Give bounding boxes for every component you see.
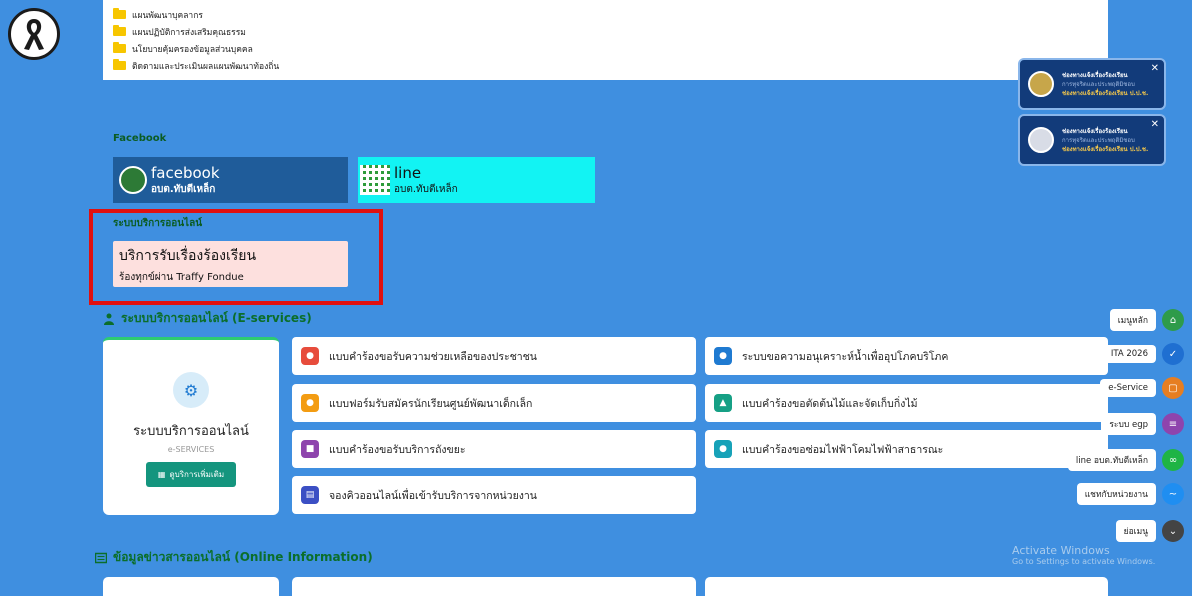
info-card [103,577,279,596]
service-item[interactable]: ▲ แบบคำร้องขอตัดต้นไม้และจัดเก็บกิ่งไม้ [705,384,1108,422]
gears-icon: ⚙ [173,372,209,408]
more-services-button[interactable]: ▦ ดูบริการเพิ่มเติม [145,462,237,487]
list-icon[interactable]: ≡ [1162,413,1184,435]
document-item[interactable]: แผนปฏิบัติการส่งเสริมคุณธรรม [113,23,1098,40]
ribbon-icon [8,8,60,60]
folder-icon [113,59,126,70]
check-icon[interactable]: ✓ [1162,343,1184,365]
traffy-subtitle: ร้องทุกข์ผ่าน Traffy Fondue [119,272,244,283]
info-heading: ข้อมูลข่าวสารออนไลน์ (Online Information… [94,548,373,567]
info-item[interactable] [292,577,696,596]
side-menu-eservice[interactable]: e-Service ▢ [1100,377,1184,399]
document-item[interactable]: นโยบายคุ้มครองข้อมูลส่วนบุคคล [113,40,1098,57]
water-drop-icon: ● [714,347,732,365]
close-icon[interactable]: ✕ [1151,63,1159,74]
document-list: แผนพัฒนาบุคลากร แผนปฏิบัติการส่งเสริมคุณ… [103,0,1108,80]
qr-code-icon [360,165,390,195]
close-icon[interactable]: ✕ [1151,119,1159,130]
info-item[interactable] [705,577,1108,596]
service-item[interactable]: ● ระบบขอความอนุเคราะห์น้ำเพื่ออุปโภคบริโ… [705,337,1108,375]
service-item[interactable]: ● แบบคำร้องขอรับความช่วยเหลือของประชาชน [292,337,696,375]
line-subtitle: อบต.ทับตีเหล็ก [394,183,458,195]
eservices-card-title: ระบบบริการออนไลน์ [133,424,249,439]
chat-icon[interactable]: ▢ [1162,377,1184,399]
service-item[interactable]: ● แบบฟอร์มรับสมัครนักเรียนศูนย์พัฒนาเด็ก… [292,384,696,422]
users-icon [103,313,115,325]
chevron-down-icon[interactable]: ⌄ [1162,520,1184,542]
activation-watermark: Activate Windows Go to Settings to activ… [1012,544,1156,566]
lightbulb-icon: ● [714,440,732,458]
side-menu-ita[interactable]: ITA 2026 ✓ [1102,343,1184,365]
link-icon[interactable]: ∞ [1162,449,1184,471]
traffy-fondue-link[interactable]: บริการรับเรื่องร้องเรียน ร้องทุกข์ผ่าน T… [113,241,348,287]
nacc-seal-icon [1028,127,1054,153]
service-item[interactable]: ● แบบคำร้องขอซ่อมไฟฟ้าโคมไฟฟ้าสาธารณะ [705,430,1108,468]
folder-icon [113,8,126,19]
tree-icon: ▲ [714,394,732,412]
department-seal-icon [1028,71,1054,97]
eservices-card: ⚙ ระบบบริการออนไลน์ e-SERVICES ▦ ดูบริกา… [103,337,279,515]
newspaper-icon [94,552,108,564]
eservices-heading: ระบบบริการออนไลน์ (E-services) [103,309,312,328]
child-icon: ● [301,394,319,412]
complaint-notification[interactable]: ช่องทางแจ้งเรื่องร้องเรียน การทุจริตและป… [1018,114,1166,166]
mourning-ribbon [0,0,70,70]
facebook-title: facebook [151,163,220,182]
folder-icon [113,42,126,53]
line-link[interactable]: line อบต.ทับตีเหล็ก [358,157,595,203]
grid-icon: ▦ [157,470,166,479]
side-menu-home[interactable]: เมนูหลัก ⌂ [1109,309,1184,331]
calendar-icon: ▤ [301,486,319,504]
document-item[interactable]: ติดตามและประเมินผลแผนพัฒนาท้องถิ่น [113,57,1098,74]
line-title: line [394,163,422,182]
side-menu-line[interactable]: line อบต.ทับตีเหล็ก ∞ [1067,449,1184,471]
facebook-section-label: Facebook [113,133,167,144]
trash-icon: ■ [301,440,319,458]
complaint-notification[interactable]: ช่องทางแจ้งเรื่องร้องเรียน การทุจริตและป… [1018,58,1166,110]
messenger-icon[interactable]: ~ [1162,483,1184,505]
document-item[interactable]: แผนพัฒนาบุคลากร [113,6,1098,23]
home-icon[interactable]: ⌂ [1162,309,1184,331]
facebook-logo-icon [119,166,147,194]
facebook-subtitle: อบต.ทับตีเหล็ก [151,183,216,195]
side-menu-chat[interactable]: แชทกับหน่วยงาน ~ [1076,483,1184,505]
traffy-title: บริการรับเรื่องร้องเรียน [119,248,257,264]
service-item[interactable]: ■ แบบคำร้องขอรับบริการถังขยะ [292,430,696,468]
online-service-label: ระบบบริการออนไลน์ [113,218,203,229]
eservices-card-subtitle: e-SERVICES [167,445,215,454]
side-menu-collapse[interactable]: ย่อเมนู ⌄ [1115,520,1184,542]
service-help-icon: ● [301,347,319,365]
folder-icon [113,25,126,36]
service-item[interactable]: ▤ จองคิวออนไลน์เพื่อเข้ารับบริการจากหน่ว… [292,476,696,514]
facebook-link[interactable]: facebook อบต.ทับตีเหล็ก [113,157,348,203]
side-menu-egp[interactable]: ระบบ egp ≡ [1101,413,1184,435]
